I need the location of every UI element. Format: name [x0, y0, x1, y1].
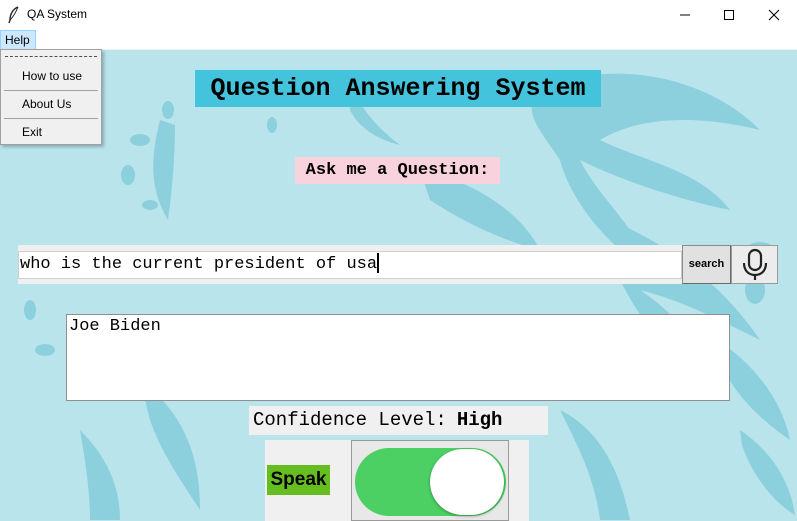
speak-toggle-knob[interactable]: [430, 449, 504, 515]
question-input[interactable]: who is the current president of usa: [18, 251, 682, 279]
confidence-value: High: [456, 409, 503, 431]
close-icon: [768, 9, 780, 21]
feather-icon: [8, 6, 19, 24]
minimize-icon: [680, 14, 690, 16]
window-titlebar: QA System: [0, 0, 797, 30]
menu-item-how-to-use[interactable]: How to use: [1, 66, 101, 88]
answer-output[interactable]: Joe Biden: [66, 314, 730, 401]
menu-item-exit[interactable]: Exit: [1, 122, 101, 144]
menu-bar: Help: [0, 30, 797, 50]
text-caret: [377, 252, 380, 273]
window-title: QA System: [27, 7, 88, 21]
microphone-icon: [742, 248, 767, 280]
close-button[interactable]: [751, 0, 797, 30]
help-dropdown-menu: How to use About Us Exit: [0, 49, 102, 145]
microphone-button[interactable]: [731, 245, 778, 284]
menu-help[interactable]: Help: [0, 30, 36, 50]
question-input-text: who is the current president of usa: [20, 255, 378, 274]
search-button[interactable]: search: [682, 245, 731, 284]
menu-item-about-us[interactable]: About Us: [1, 94, 101, 116]
confidence-label: Confidence Level:: [253, 409, 447, 431]
maximize-icon: [724, 10, 734, 20]
menu-tearoff-line[interactable]: [5, 56, 97, 57]
menu-separator: [4, 90, 98, 91]
app-heading: Question Answering System: [195, 70, 601, 107]
question-prompt-label: Ask me a Question:: [295, 157, 500, 184]
menu-separator: [4, 118, 98, 119]
maximize-button[interactable]: [706, 0, 752, 30]
minimize-button[interactable]: [662, 0, 708, 30]
confidence-row: Confidence Level: High: [249, 406, 548, 435]
speak-label: Speak: [267, 465, 330, 495]
